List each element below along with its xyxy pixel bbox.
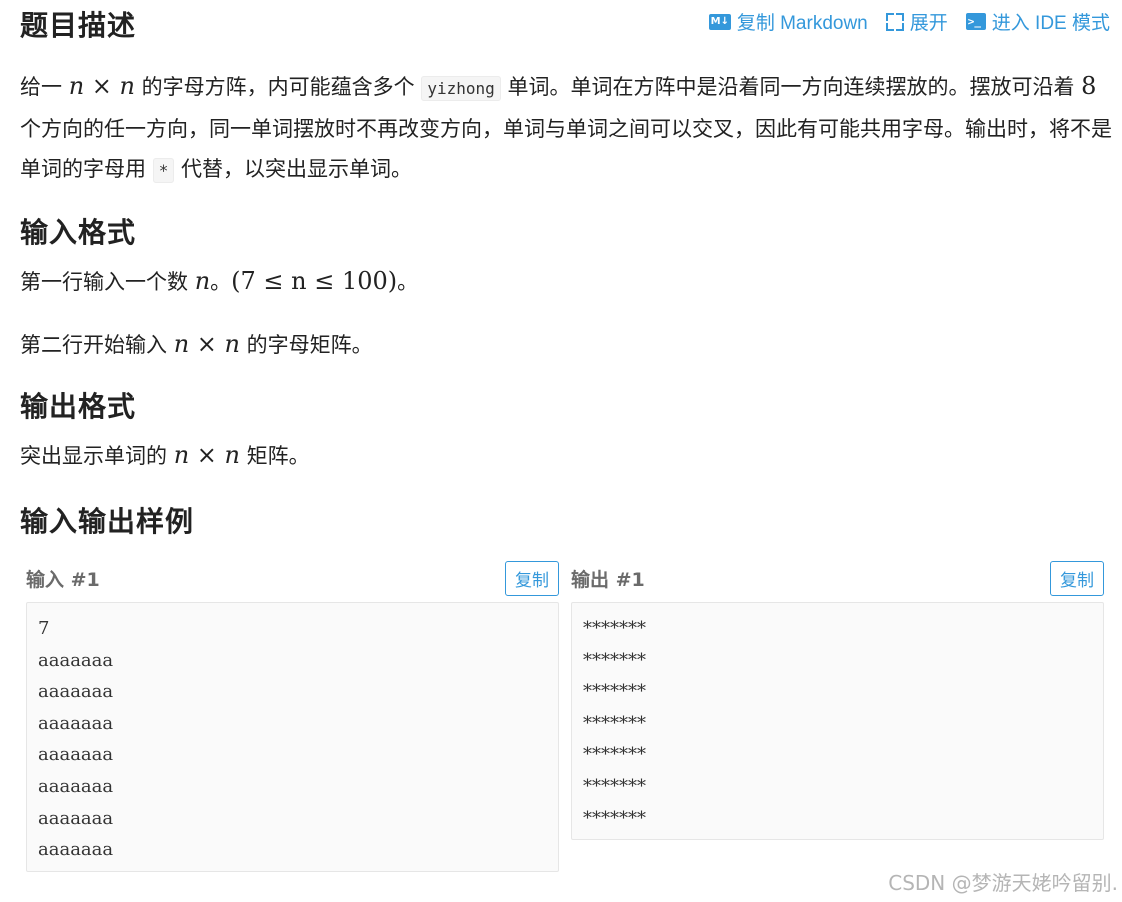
code-yizhong: yizhong (421, 76, 501, 101)
sample-output-title: 输出 #1 (571, 568, 645, 591)
sample-input: 输入 #1 复制 7 aaaaaaa aaaaaaa aaaaaaa aaaaa… (26, 560, 559, 872)
copy-input-button[interactable]: 复制 (505, 560, 559, 596)
sample-input-header: 输入 #1 复制 (26, 560, 559, 596)
sample-input-code: 7 aaaaaaa aaaaaaa aaaaaaa aaaaaaa aaaaaa… (26, 602, 559, 872)
input-format-line1: 第一行输入一个数 n。(7 ≤ n ≤ 100)。 (20, 267, 419, 295)
math-eight: 8 (1081, 72, 1097, 100)
code-asterisk: * (152, 158, 175, 183)
header-actions: M↓ 复制 Markdown 展开 >_ 进入 IDE 模式 (708, 8, 1110, 35)
samples-heading: 输入输出样例 (20, 505, 195, 538)
sample-output-header: 输出 #1 复制 (571, 560, 1104, 596)
csdn-watermark: CSDN @梦游天姥吟留别. (888, 871, 1118, 895)
terminal-icon: >_ (965, 13, 986, 30)
header: 题目描述 M↓ 复制 Markdown 展开 >_ 进入 IDE 模式 (20, 0, 1112, 50)
output-format-heading: 输出格式 (20, 390, 137, 423)
copy-markdown-button[interactable]: M↓ 复制 Markdown (708, 8, 868, 35)
sample-output: 输出 #1 复制 ******* ******* ******* *******… (571, 560, 1104, 872)
input-format-line2: 第二行开始输入 n × n 的字母矩阵。 (20, 330, 373, 358)
samples-container: 输入 #1 复制 7 aaaaaaa aaaaaaa aaaaaaa aaaaa… (26, 560, 1118, 872)
sample-output-code: ******* ******* ******* ******* ******* … (571, 602, 1104, 840)
input-format-heading: 输入格式 (20, 216, 137, 249)
ide-mode-button[interactable]: >_ 进入 IDE 模式 (965, 8, 1110, 35)
expand-label: 展开 (909, 13, 948, 34)
expand-icon (885, 12, 904, 31)
copy-output-button[interactable]: 复制 (1050, 560, 1104, 596)
copy-markdown-label: 复制 Markdown (736, 13, 868, 34)
math-n: n (194, 267, 211, 295)
expand-button[interactable]: 展开 (885, 8, 948, 35)
output-format-line: 突出显示单词的 n × n 矩阵。 (20, 441, 310, 469)
markdown-icon: M↓ (708, 13, 731, 30)
math-n-times-n: n × n (68, 72, 135, 100)
sample-input-title: 输入 #1 (26, 568, 100, 591)
description-paragraph: 给一 n × n 的字母方阵，内可能蕴含多个 yizhong 单词。单词在方阵中… (20, 72, 1112, 183)
problem-page: 题目描述 M↓ 复制 Markdown 展开 >_ 进入 IDE 模式 给一 n… (20, 0, 1112, 872)
ide-mode-label: 进入 IDE 模式 (991, 13, 1110, 34)
math-n-times-n: n × n (173, 330, 240, 358)
math-n-times-n: n × n (173, 441, 240, 469)
math-range: (7 ≤ n ≤ 100) (231, 267, 398, 295)
